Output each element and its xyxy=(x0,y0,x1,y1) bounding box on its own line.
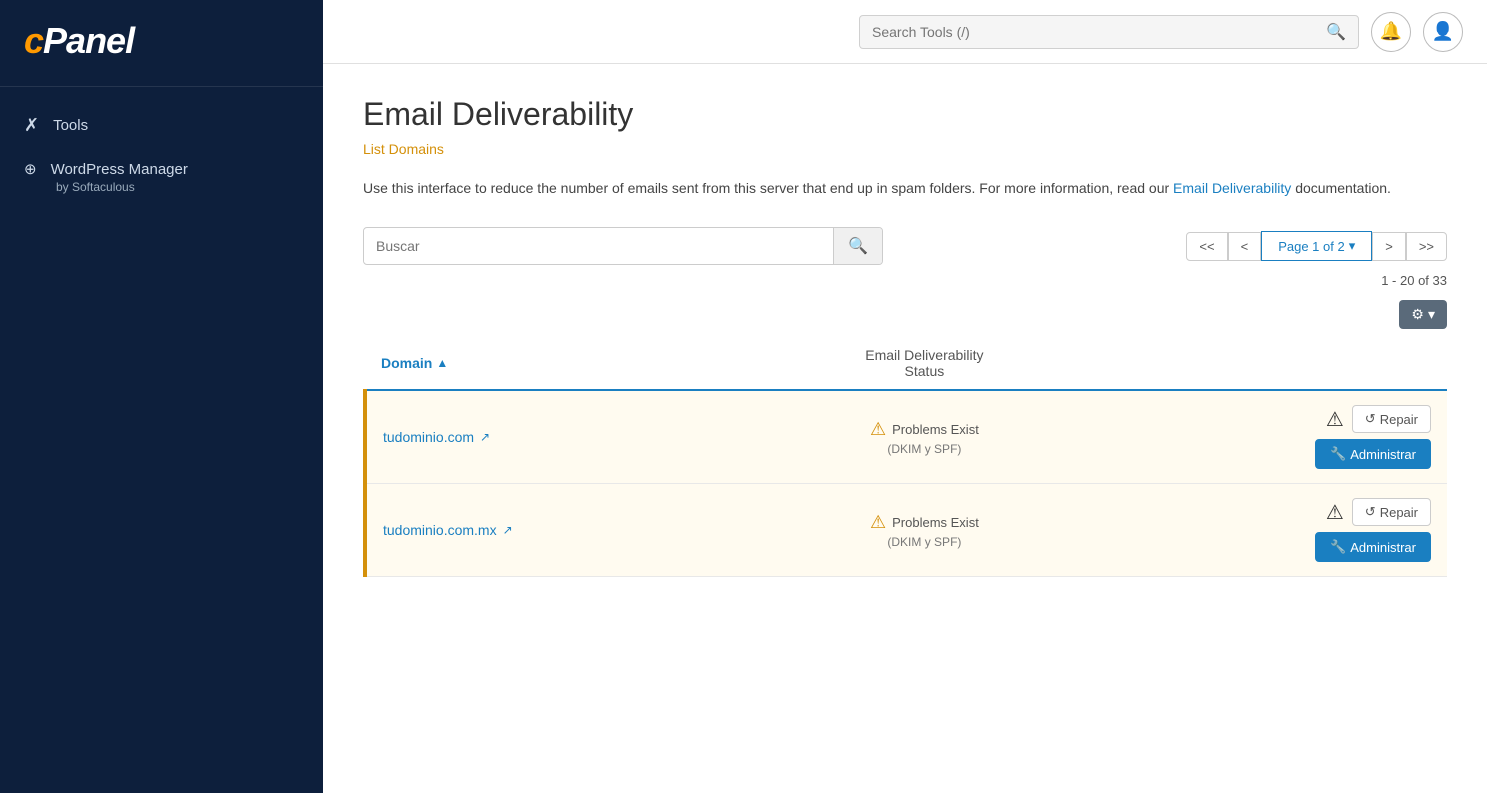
user-icon: 👤 xyxy=(1432,21,1454,42)
pagination-last-button[interactable]: >> xyxy=(1406,232,1447,261)
pagination-prev-button[interactable]: < xyxy=(1228,232,1262,261)
repair-icon-2: ↺ xyxy=(1365,504,1376,520)
main-content: 🔍 🔔 👤 Email Deliverability List Domains … xyxy=(323,0,1487,793)
status-cell-2: ⚠ Problems Exist (DKIM y SPF) xyxy=(748,484,1100,577)
domain-column-label: Domain xyxy=(381,355,432,371)
domain-cell-2: tudominio.com.mx ↗ xyxy=(365,484,748,577)
action-warning-icon-1: ⚠ xyxy=(1326,407,1344,432)
warning-icon-2: ⚠ xyxy=(870,512,886,533)
domain-link-1[interactable]: tudominio.com ↗ xyxy=(383,429,732,445)
sidebar: cPanel ✗ Tools ⊕ WordPress Manager by So… xyxy=(0,0,323,793)
domains-table: Domain ▲ Email DeliverabilityStatus tu xyxy=(363,337,1447,577)
admin-label-1: Administrar xyxy=(1350,447,1416,462)
status-sub-1: (DKIM y SPF) xyxy=(887,442,961,456)
tools-icon: ✗ xyxy=(24,115,39,136)
administrar-button-1[interactable]: 🔧 Administrar xyxy=(1315,439,1431,469)
repair-label-2: Repair xyxy=(1380,505,1418,520)
wrench-icon-2: 🔧 xyxy=(1330,539,1346,555)
sidebar-item-tools[interactable]: ✗ Tools xyxy=(0,103,323,148)
sidebar-item-tools-label: Tools xyxy=(53,117,88,134)
buscar-button[interactable]: 🔍 xyxy=(833,228,882,264)
table-header: Domain ▲ Email DeliverabilityStatus xyxy=(365,337,1447,390)
breadcrumb-link[interactable]: List Domains xyxy=(363,141,444,157)
actions-cell-1: ⚠ ↺ Repair 🔧 Administrar xyxy=(1100,390,1447,484)
wordpress-sub-label: by Softaculous xyxy=(24,180,299,194)
sort-asc-icon: ▲ xyxy=(436,356,448,370)
user-menu-button[interactable]: 👤 xyxy=(1423,12,1463,52)
pagination-first-button[interactable]: << xyxy=(1186,232,1227,261)
notifications-button[interactable]: 🔔 xyxy=(1371,12,1411,52)
description: Use this interface to reduce the number … xyxy=(363,177,1447,199)
buscar-input[interactable] xyxy=(364,230,833,262)
controls-row: 🔍 << < Page 1 of 2 ▾ > >> xyxy=(363,227,1447,265)
administrar-button-2[interactable]: 🔧 Administrar xyxy=(1315,532,1431,562)
description-after: documentation. xyxy=(1291,180,1391,196)
admin-label-2: Administrar xyxy=(1350,540,1416,555)
gear-icon: ⚙ xyxy=(1411,306,1424,323)
pagination-current-label: Page 1 of 2 xyxy=(1278,239,1345,254)
domain-column-header[interactable]: Domain ▲ xyxy=(365,337,748,390)
pagination: << < Page 1 of 2 ▾ > >> xyxy=(1186,231,1447,261)
status-column-label: Email DeliverabilityStatus xyxy=(865,347,983,379)
external-link-icon-1: ↗ xyxy=(480,430,490,444)
actions-col-1: ⚠ ↺ Repair 🔧 Administrar xyxy=(1116,405,1431,469)
repair-icon-1: ↺ xyxy=(1365,411,1376,427)
external-link-icon-2: ↗ xyxy=(503,523,513,537)
domain-cell-1: tudominio.com ↗ xyxy=(365,390,748,484)
top-header: 🔍 🔔 👤 xyxy=(323,0,1487,64)
actions-col-2: ⚠ ↺ Repair 🔧 Administrar xyxy=(1116,498,1431,562)
wordpress-icon: ⊕ xyxy=(24,160,37,178)
repair-button-2[interactable]: ↺ Repair xyxy=(1352,498,1431,526)
page-body: Email Deliverability List Domains Use th… xyxy=(323,64,1487,793)
description-before: Use this interface to reduce the number … xyxy=(363,180,1173,196)
count-row: 1 - 20 of 33 xyxy=(363,273,1447,288)
actions-cell-2: ⚠ ↺ Repair 🔧 Administrar xyxy=(1100,484,1447,577)
settings-button[interactable]: ⚙ ▾ xyxy=(1399,300,1447,329)
warning-icon-1: ⚠ xyxy=(870,419,886,440)
pagination-dropdown-icon: ▾ xyxy=(1349,238,1356,254)
count-text: 1 - 20 of 33 xyxy=(1381,273,1447,288)
sidebar-item-wordpress[interactable]: ⊕ WordPress Manager by Softaculous xyxy=(0,148,323,206)
status-cell-1: ⚠ Problems Exist (DKIM y SPF) xyxy=(748,390,1100,484)
buscar-box: 🔍 xyxy=(363,227,883,265)
domain-name-1: tudominio.com xyxy=(383,429,474,445)
status-column-header: Email DeliverabilityStatus xyxy=(748,337,1100,390)
logo-text: cPanel xyxy=(24,20,134,61)
table-row: tudominio.com ↗ ⚠ Problems Exist (DKIM y… xyxy=(365,390,1447,484)
pagination-next-button[interactable]: > xyxy=(1372,232,1406,261)
action-warning-icon-2: ⚠ xyxy=(1326,500,1344,525)
table-body: tudominio.com ↗ ⚠ Problems Exist (DKIM y… xyxy=(365,390,1447,577)
cpanel-logo: cPanel xyxy=(0,0,323,87)
sidebar-item-wordpress-label: WordPress Manager xyxy=(51,161,188,178)
status-text-1: Problems Exist xyxy=(892,422,979,437)
table-row: tudominio.com.mx ↗ ⚠ Problems Exist (DKI… xyxy=(365,484,1447,577)
page-title: Email Deliverability xyxy=(363,96,1447,133)
repair-label-1: Repair xyxy=(1380,412,1418,427)
domain-name-2: tudominio.com.mx xyxy=(383,522,497,538)
status-sub-2: (DKIM y SPF) xyxy=(887,535,961,549)
status-warn-2: ⚠ Problems Exist (DKIM y SPF) xyxy=(764,512,1084,549)
description-link[interactable]: Email Deliverability xyxy=(1173,180,1291,196)
pagination-current-button[interactable]: Page 1 of 2 ▾ xyxy=(1261,231,1372,261)
status-text-2: Problems Exist xyxy=(892,515,979,530)
gear-row: ⚙ ▾ xyxy=(363,300,1447,337)
search-bar[interactable]: 🔍 xyxy=(859,15,1359,49)
gear-dropdown-icon: ▾ xyxy=(1428,306,1435,323)
domain-link-2[interactable]: tudominio.com.mx ↗ xyxy=(383,522,732,538)
search-icon: 🔍 xyxy=(1326,22,1346,42)
sidebar-nav: ✗ Tools ⊕ WordPress Manager by Softaculo… xyxy=(0,87,323,222)
status-warn-1: ⚠ Problems Exist (DKIM y SPF) xyxy=(764,419,1084,456)
repair-button-1[interactable]: ↺ Repair xyxy=(1352,405,1431,433)
wrench-icon-1: 🔧 xyxy=(1330,446,1346,462)
bell-icon: 🔔 xyxy=(1380,21,1402,42)
search-input[interactable] xyxy=(872,24,1318,40)
actions-column-header xyxy=(1100,337,1447,390)
